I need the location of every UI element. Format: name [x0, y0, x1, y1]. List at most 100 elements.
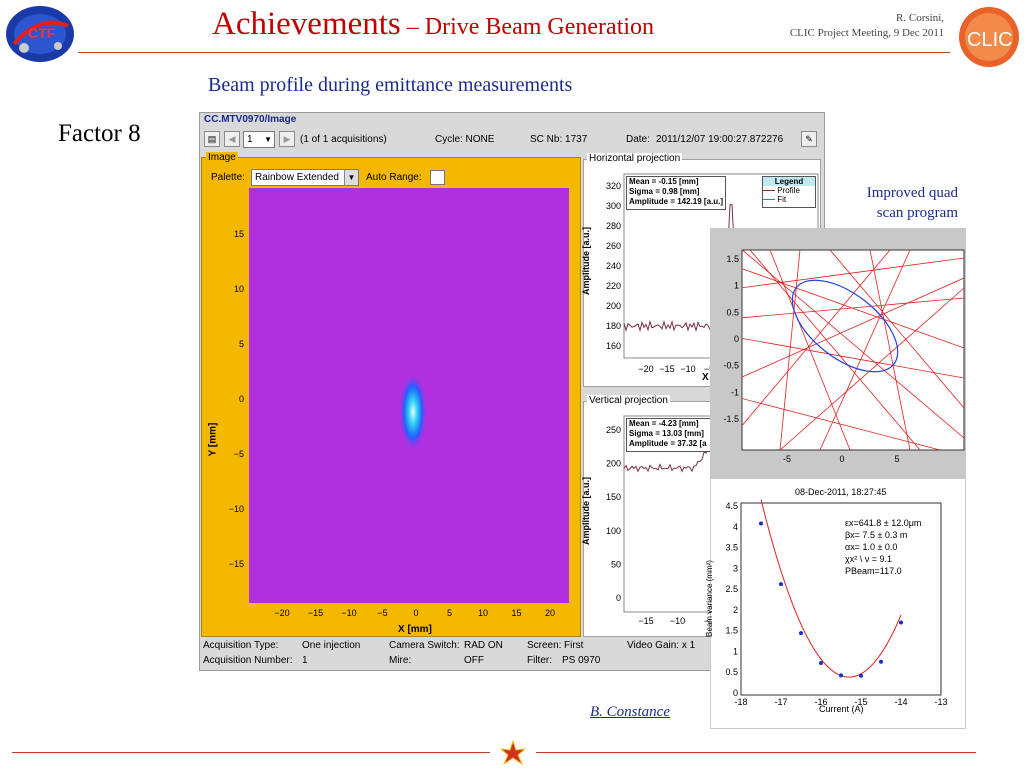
scan-data-point	[779, 582, 783, 587]
image-y-tick: 15	[234, 229, 244, 239]
save-icon[interactable]: ▤	[204, 131, 220, 147]
image-y-tick: −10	[229, 504, 244, 514]
image-panel: Image Palette: Rainbow Extended ▼ Auto R…	[201, 152, 581, 637]
screen-label: Screen:	[527, 640, 562, 651]
hproj-x-tick: −20	[638, 364, 653, 374]
comment-icon[interactable]: ✎	[801, 131, 817, 147]
legend-fit-label: Fit	[777, 195, 787, 204]
palette-select[interactable]: Rainbow Extended ▼	[251, 169, 359, 186]
vproj-stats-box: Mean = -4.23 [mm] Sigma = 13.03 [mm] Amp…	[626, 418, 722, 452]
scan-x-tick: -17	[774, 697, 787, 707]
meeting-info: CLIC Project Meeting, 9 Dec 2011	[789, 27, 944, 39]
ellipse-y-tick: -1.5	[723, 414, 739, 424]
auto-range-label: Auto Range:	[366, 172, 422, 183]
footer-divider-right	[536, 752, 976, 753]
hproj-y-tick: 320	[606, 181, 621, 191]
scan-y-tick: 1.5	[725, 626, 738, 636]
improved-quad-caption: Improved quad scan program	[820, 183, 958, 223]
scan-data-point	[879, 659, 883, 664]
vproj-y-tick: 100	[606, 526, 621, 536]
sc-number: SC Nb: 1737	[530, 134, 588, 145]
next-acquisition-button[interactable]: ▶	[279, 131, 295, 147]
mire-value: OFF	[464, 655, 484, 666]
cycle-status: Cycle: NONE	[435, 134, 495, 145]
scan-plot: 4.543.532.521.510.50 -18 -17 -16 -15 -14 -13	[725, 499, 948, 707]
ellipse-y-tick: 0	[734, 334, 739, 344]
scan-data-point	[839, 673, 843, 678]
hproj-x-tick: −15	[659, 364, 674, 374]
ellipse-y-tick: 0.5	[726, 307, 739, 317]
hproj-y-tick: 220	[606, 281, 621, 291]
footer-divider-left	[12, 752, 490, 753]
hproj-y-tick: 260	[606, 241, 621, 251]
hproj-y-tick: 240	[606, 261, 621, 271]
prev-acquisition-button[interactable]: ◀	[224, 131, 240, 147]
slide-title-sub: Drive Beam Generation	[424, 14, 655, 40]
ellipse-plot-panel: 1.5 1 0.5 0 -0.5 -1 -1.5 -5 0 5	[710, 228, 966, 478]
image-x-tick: −10	[341, 608, 356, 618]
image-y-tick: 5	[239, 339, 244, 349]
image-x-tick: 10	[478, 608, 488, 618]
date-value: 2011/12/07 19:00:27.872276	[656, 134, 784, 145]
window-title: CC.MTV0970/Image	[204, 114, 297, 125]
chevron-down-icon: ▼	[344, 170, 358, 185]
star-icon	[499, 739, 527, 766]
palette-value: Rainbow Extended	[255, 172, 339, 183]
image-x-tick: 5	[447, 608, 452, 618]
annotation-beta: βx= 7.5 ± 0.3 m	[845, 530, 908, 540]
beam-spot	[399, 376, 427, 456]
acq-type-label: Acquisition Type:	[203, 640, 279, 651]
improved-line-2: scan program	[876, 205, 958, 221]
legend-item-profile: Profile	[763, 186, 815, 195]
auto-range-checkbox[interactable]	[430, 170, 445, 185]
image-y-tick: 0	[239, 394, 244, 404]
annotation-alpha: αx= 1.0 ± 0.0	[845, 542, 898, 552]
credit-link[interactable]: B. Constance	[590, 704, 670, 721]
vproj-sigma: Sigma = 13.03 [mm]	[629, 429, 704, 438]
hproj-x-tick: −10	[680, 364, 695, 374]
image-y-tick: −15	[229, 559, 244, 569]
filter-label: Filter:	[527, 655, 552, 666]
vproj-x-tick: −15	[638, 616, 653, 626]
scan-plot-ylabel: Beam variance (mm²)	[704, 560, 714, 637]
scan-x-tick: -14	[894, 697, 907, 707]
legend-profile-label: Profile	[777, 186, 800, 195]
improved-line-1: Improved quad	[866, 185, 958, 201]
scan-y-tick: 0.5	[725, 667, 738, 677]
hproj-amplitude: Amplitude = 142.19 [a.u.]	[629, 197, 724, 206]
scan-y-tick: 4.5	[725, 501, 738, 511]
scan-plot-title: 08-Dec-2011, 18:27:45	[795, 487, 887, 497]
hproj-y-tick: 280	[606, 221, 621, 231]
image-x-tick: −20	[274, 608, 289, 618]
slide-subtitle: Beam profile during emittance measuremen…	[208, 74, 573, 96]
hproj-y-tick: 160	[606, 341, 621, 351]
ellipse-plot: 1.5 1 0.5 0 -0.5 -1 -1.5 -5 0 5	[723, 249, 965, 464]
scan-annotations: εx=641.8 ± 12.0μm βx= 7.5 ± 0.3 m αx= 1.…	[845, 517, 921, 577]
hproj-y-tick: 180	[606, 321, 621, 331]
scan-y-tick: 2	[733, 605, 738, 615]
image-y-tick: 10	[234, 284, 244, 294]
scan-y-tick: 2.5	[725, 584, 738, 594]
scan-x-tick: -13	[934, 697, 947, 707]
author-block: R. Corsini, CLIC Project Meeting, 9 Dec …	[790, 11, 944, 41]
vproj-y-tick: 200	[606, 459, 621, 469]
scan-plot-panel: 08-Dec-2011, 18:27:45 Beam variance (mm²…	[705, 478, 966, 729]
annotation-emittance: εx=641.8 ± 12.0μm	[845, 518, 922, 528]
image-x-tick: 0	[413, 608, 418, 618]
scan-y-tick: 4	[733, 522, 738, 532]
clic-logo: CLIC	[958, 6, 1020, 68]
camera-switch-value: RAD ON	[464, 640, 503, 651]
ellipse-x-tick: -5	[783, 454, 791, 464]
legend-title: Legend	[763, 177, 815, 186]
factor-label: Factor 8	[58, 120, 141, 147]
hproj-mean: Mean = -0.15 [mm]	[629, 177, 699, 186]
hproj-sigma: Sigma = 0.98 [mm]	[629, 187, 700, 196]
beam-image: 15 10 5 0 −5 −10 −15 −20 −15 −10 −5 0 5 10 15 20	[229, 188, 569, 618]
acquisition-index-select[interactable]: 1 ▼	[243, 131, 275, 148]
scan-y-tick: 3	[733, 563, 738, 573]
vproj-x-tick: −10	[670, 616, 685, 626]
image-x-tick: −5	[377, 608, 387, 618]
scan-data-point	[819, 661, 823, 665]
chevron-down-icon: ▼	[264, 135, 272, 144]
slide-title-sep: –	[400, 14, 425, 40]
